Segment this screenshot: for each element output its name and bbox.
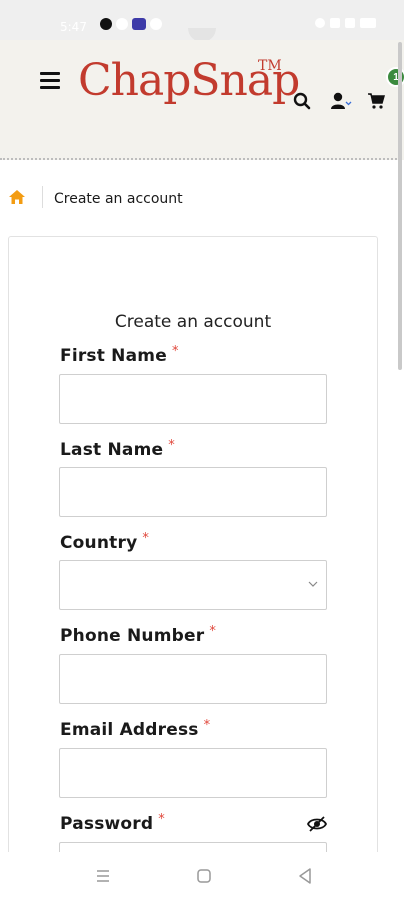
- site-header: ChapSnap TM: [0, 40, 404, 160]
- form-title: Create an account: [114, 312, 272, 332]
- cart-icon[interactable]: [365, 90, 387, 112]
- breadcrumb: Create an account: [0, 180, 404, 220]
- required-mark: *: [158, 812, 165, 827]
- email-input[interactable]: [59, 748, 327, 798]
- menu-icon[interactable]: [40, 72, 62, 90]
- first-name-label: First Name *: [60, 344, 179, 366]
- settings-icon: [116, 18, 128, 30]
- last-name-input[interactable]: [59, 467, 327, 517]
- chevron-down-icon: [308, 581, 318, 587]
- battery-icon: [360, 18, 376, 28]
- status-right-icons: [315, 18, 376, 28]
- country-select[interactable]: [59, 560, 327, 610]
- home-button-icon[interactable]: [194, 866, 214, 886]
- first-name-input[interactable]: [59, 374, 327, 424]
- search-icon[interactable]: [291, 90, 313, 112]
- trademark-mark: TM: [258, 58, 282, 74]
- status-bar: 5:47: [0, 0, 404, 42]
- password-label: Password *: [60, 812, 165, 834]
- notification-icon: [100, 18, 112, 30]
- system-nav-bar: [0, 852, 404, 900]
- back-icon[interactable]: [295, 866, 315, 886]
- account-icon[interactable]: [330, 90, 352, 112]
- required-mark: *: [171, 344, 179, 359]
- breadcrumb-current: Create an account: [54, 191, 183, 207]
- country-label: Country *: [60, 531, 150, 553]
- email-label: Email Address *: [60, 718, 211, 740]
- home-icon[interactable]: [8, 188, 26, 206]
- header-divider: [0, 158, 400, 161]
- alarm-icon: [315, 18, 325, 28]
- phone-input[interactable]: [59, 654, 327, 704]
- last-name-label: Last Name *: [60, 438, 175, 460]
- phone-label: Phone Number *: [60, 624, 217, 646]
- required-mark: *: [168, 438, 175, 453]
- required-mark: *: [209, 624, 217, 639]
- breadcrumb-separator: [42, 186, 43, 208]
- status-left-icons: [100, 18, 162, 30]
- sync-icon: [150, 18, 162, 30]
- show-password-icon[interactable]: [306, 815, 328, 833]
- wifi-icon: [330, 18, 340, 28]
- required-mark: *: [203, 718, 211, 733]
- recent-apps-icon[interactable]: [93, 866, 113, 886]
- signal-icon: [345, 18, 355, 28]
- status-time: 5:47: [60, 20, 87, 34]
- required-mark: *: [142, 531, 150, 546]
- app-icon: [132, 18, 146, 30]
